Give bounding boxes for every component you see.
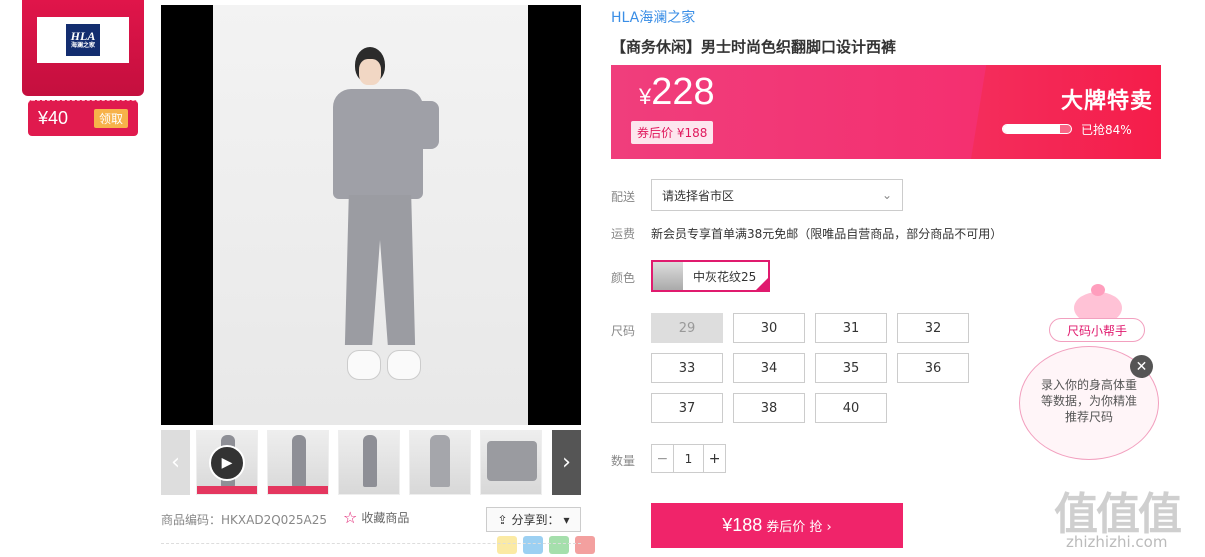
logo-subtext: 海澜之家 (70, 43, 95, 49)
color-option-selected[interactable]: 中灰花纹25 (651, 260, 770, 292)
thumbnail-figure (292, 435, 306, 487)
claim-coupon-button[interactable]: 领取 (93, 109, 128, 128)
coupon-amount: ¥40 (38, 108, 69, 128)
share-label: 分享到： (511, 513, 560, 527)
product-photo (213, 5, 528, 425)
share-qq-icon[interactable] (523, 536, 543, 554)
thumbnail-figure (430, 435, 450, 487)
watermark-url: zhizhizhi.com (1066, 533, 1168, 551)
logo-text: HLA (70, 29, 96, 43)
model-shoe-right (387, 350, 421, 380)
model-shoe-left (347, 350, 381, 380)
quantity-input[interactable]: 1 (674, 445, 704, 472)
favorite-button[interactable]: ☆ 收藏商品 (343, 508, 409, 527)
chevron-down-icon: ▾ (563, 512, 570, 527)
coupon-body: ¥40 领取 (28, 100, 138, 136)
thumbnail-image[interactable] (480, 430, 542, 495)
coupon-header: HLA 海澜之家 (22, 0, 144, 96)
next-thumbnail-button[interactable]: › (552, 430, 581, 495)
close-icon[interactable]: ✕ (1130, 355, 1153, 378)
model-shirt (333, 89, 423, 199)
product-code: 商品编码：HKXAD2Q025A25 (161, 513, 328, 527)
size-option[interactable]: 38 (733, 393, 805, 423)
share-qzone-icon[interactable] (497, 536, 517, 554)
buy-price: ¥188 (722, 515, 763, 535)
shipping-label: 运费 (611, 227, 636, 241)
model-pants (344, 195, 416, 345)
sold-progress-fill (1003, 125, 1061, 133)
promo-title: 大牌特卖 (1061, 89, 1154, 114)
hla-logo-icon: HLA 海澜之家 (66, 24, 100, 56)
product-title: 【商务休闲】男士时尚色织翻脚口设计西裤 (611, 38, 897, 56)
selected-check-icon (756, 278, 768, 290)
play-video-icon[interactable]: ▶ (209, 445, 245, 481)
quantity-label: 数量 (611, 454, 636, 468)
buy-button[interactable]: ¥188 券后价 抢 › (651, 503, 903, 548)
region-select[interactable]: 请选择省市区 ⌄ (651, 179, 903, 211)
increase-quantity-button[interactable]: + (703, 445, 725, 472)
size-option[interactable]: 40 (815, 393, 887, 423)
brand-link[interactable]: HLA海澜之家 (611, 7, 695, 27)
currency-symbol: ¥ (639, 84, 652, 109)
share-targets (497, 536, 595, 554)
color-name: 中灰花纹25 (693, 269, 757, 284)
favorite-label: 收藏商品 (361, 511, 410, 525)
size-option[interactable]: 34 (733, 353, 805, 383)
decrease-quantity-button[interactable]: − (652, 445, 674, 472)
price-banner: ¥228 券后价 ¥188 大牌特卖 已抢84% (611, 65, 1161, 159)
color-label: 颜色 (611, 271, 636, 285)
thumbnail-figure (363, 435, 377, 487)
price-amount: 228 (651, 71, 715, 113)
after-coupon-price-tag: 券后价 ¥188 (631, 121, 714, 144)
thumbnail-banner (268, 486, 328, 494)
thumbnail-strip: ‹ ▶ › (161, 430, 581, 495)
thumbnail-image[interactable] (409, 430, 471, 495)
shipping-info: 新会员专享首单满38元免邮（限唯品自营商品，部分商品不可用） (651, 227, 1003, 241)
model-face (359, 59, 381, 85)
delivery-label: 配送 (611, 190, 636, 204)
region-placeholder: 请选择省市区 (662, 188, 735, 203)
share-weibo-icon[interactable] (575, 536, 595, 554)
color-swatch (653, 262, 683, 290)
store-coupon-card[interactable]: HLA 海澜之家 ¥40 领取 (22, 0, 144, 138)
thumbnail-banner (197, 486, 257, 494)
size-option[interactable]: 36 (897, 353, 969, 383)
size-helper-button[interactable]: 尺码小帮手 (1049, 318, 1145, 342)
buy-label: 券后价 抢 › (766, 520, 832, 535)
size-option[interactable]: 29 (651, 313, 723, 343)
size-option[interactable]: 31 (815, 313, 887, 343)
main-product-image[interactable] (161, 5, 581, 425)
quantity-stepper: − 1 + (651, 444, 726, 473)
size-label: 尺码 (611, 324, 636, 338)
thumbnail-image[interactable] (338, 430, 400, 495)
thumbnail-image[interactable] (267, 430, 329, 495)
star-icon: ☆ (343, 508, 358, 527)
size-option[interactable]: 32 (897, 313, 969, 343)
sold-percentage: 已抢84% (1081, 123, 1132, 137)
size-option[interactable]: 35 (815, 353, 887, 383)
size-option[interactable]: 30 (733, 313, 805, 343)
thumbnail-figure (487, 441, 537, 481)
current-price: ¥228 (639, 71, 715, 114)
share-wechat-icon[interactable] (549, 536, 569, 554)
share-icon: ⇪ (497, 512, 508, 527)
chevron-down-icon: ⌄ (881, 188, 892, 202)
thumbnail-video[interactable]: ▶ (196, 430, 258, 495)
sold-progress-bar (1002, 124, 1072, 134)
share-dropdown[interactable]: ⇪ 分享到： ▾ (486, 507, 581, 532)
size-option[interactable]: 33 (651, 353, 723, 383)
prev-thumbnail-button[interactable]: ‹ (161, 430, 190, 495)
divider (161, 543, 581, 544)
size-option[interactable]: 37 (651, 393, 723, 423)
brand-logo: HLA 海澜之家 (37, 17, 129, 63)
